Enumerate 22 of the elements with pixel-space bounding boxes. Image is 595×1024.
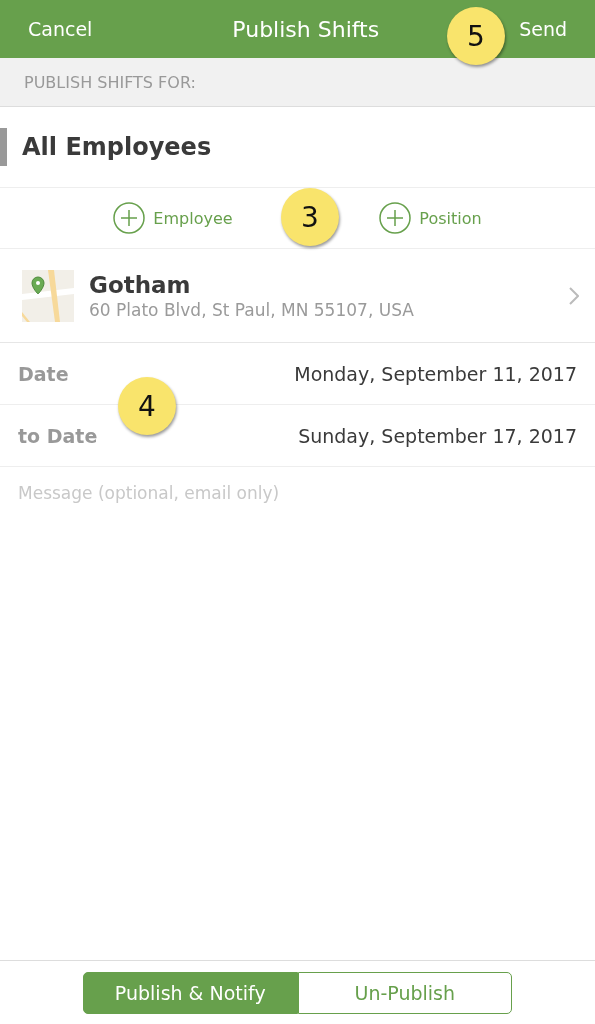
location-address: 60 Plato Blvd, St Paul, MN 55107, USA [89, 299, 415, 320]
cancel-button[interactable]: Cancel [28, 18, 93, 40]
audience-label: All Employees [22, 133, 212, 161]
plus-icon [379, 202, 412, 234]
plus-icon [113, 202, 146, 234]
section-title: PUBLISH SHIFTS FOR: [24, 72, 196, 92]
segment-tab[interactable]: Publish & Notify [83, 971, 298, 1014]
add-button[interactable]: Position [379, 202, 482, 234]
date-label: to Date [18, 424, 98, 447]
date-value[interactable]: Sunday, September 17, 2017 [298, 424, 577, 447]
date-label: Date [18, 362, 69, 385]
segment-tab[interactable]: Un-Publish [297, 971, 512, 1014]
callout-badge: 3 [281, 188, 339, 246]
date-value[interactable]: Monday, September 11, 2017 [294, 362, 577, 385]
add-button[interactable]: Employee [113, 202, 233, 234]
chevron-icon[interactable] [569, 286, 579, 305]
callout-badge: 4 [118, 377, 176, 435]
location-name: Gotham [89, 271, 192, 298]
screen-title: Publish Shifts [232, 16, 380, 42]
map-thumbnail-icon [22, 269, 74, 322]
send-button[interactable]: Send [519, 18, 567, 40]
accent-bar [0, 128, 7, 166]
